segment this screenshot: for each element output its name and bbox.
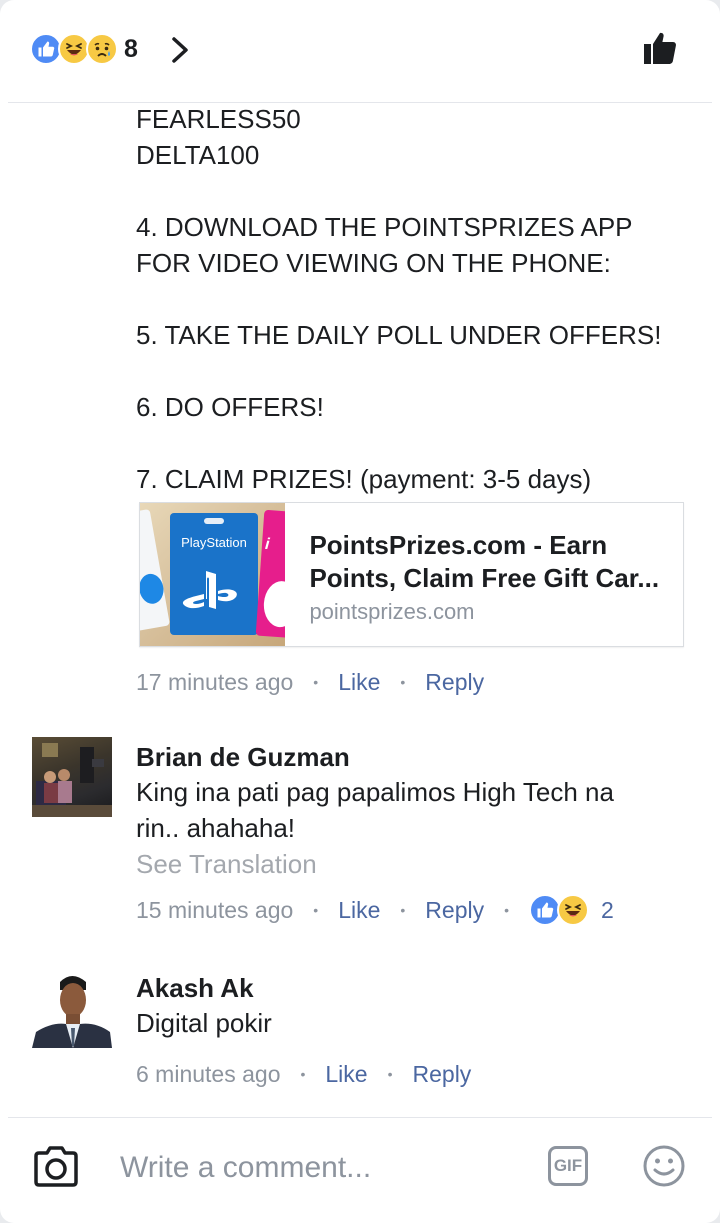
link-preview-card[interactable]: PlayStation i PointsPrizes.com - Earn Po… [139,502,684,647]
separator-dot: • [313,674,319,690]
post-line: FOR VIDEO VIEWING ON THE PHONE: [136,248,611,278]
avatar[interactable] [32,737,112,817]
link-thumbnail: PlayStation i [140,503,286,646]
emoji-icon[interactable] [642,1144,686,1188]
like-button[interactable]: Like [338,669,380,696]
like-thumb-icon[interactable] [640,28,680,68]
commenter-name[interactable]: Akash Ak [136,973,254,1004]
comment-text: King ina pati pag papalimos High Tech na [136,777,614,807]
separator-dot: • [504,902,510,918]
separator-dot: • [400,902,406,918]
see-translation-link[interactable]: See Translation [136,849,317,880]
comments-sheet: 8 FEARLESS50 DELTA100 4. DOWNLOAD THE PO… [0,0,720,1223]
separator-dot: • [400,674,406,690]
reactions-header: 8 [0,0,720,102]
like-button[interactable]: Like [325,1061,367,1088]
commenter-name[interactable]: Brian de Guzman [136,742,350,773]
comment-meta: 15 minutes ago • Like • Reply • 2 [136,894,614,926]
timestamp: 6 minutes ago [136,1060,281,1087]
reply-button[interactable]: Reply [425,897,484,924]
comment-text: Digital pokir [136,1008,272,1038]
comment-input[interactable] [120,1146,520,1190]
link-text: PointsPrizes.com - Earn Points, Claim Fr… [285,503,683,646]
gift-card-left [140,508,170,632]
haha-reaction-icon [557,894,590,926]
post-line: FEARLESS50 [136,104,301,134]
link-domain: pointsprizes.com [309,599,475,624]
comment-reactions[interactable]: 2 [529,894,614,926]
post-line: 5. TAKE THE DAILY POLL UNDER OFFERS! [136,320,662,350]
post-line: DELTA100 [136,140,260,170]
separator-dot: • [313,902,319,918]
composer-divider [8,1117,712,1118]
post-line: 4. DOWNLOAD THE POINTSPRIZES APP [136,212,633,242]
like-button[interactable]: Like [338,897,380,924]
post-line [136,425,696,461]
playstation-card: PlayStation [170,513,258,635]
reply-button[interactable]: Reply [425,669,484,696]
comment-body: FEARLESS50 DELTA100 4. DOWNLOAD THE POIN… [136,101,696,497]
separator-dot: • [300,1066,306,1082]
avatar-photo [32,743,112,817]
post-line: 7. CLAIM PRIZES! (payment: 3-5 days) [136,464,592,494]
reaction-count: 8 [124,34,138,63]
playstation-label: PlayStation [181,535,247,550]
camera-icon[interactable] [32,1144,80,1188]
avatar-photo [32,968,112,1048]
post-line [136,353,696,389]
link-title-line2: Points, Claim Free Gift Car... [309,563,660,593]
comment-meta: 17 minutes ago • Like • Reply [136,667,484,697]
post-line [136,281,696,317]
reply-button[interactable]: Reply [413,1061,472,1088]
avatar[interactable] [32,968,112,1048]
post-line: 6. DO OFFERS! [136,392,324,422]
separator-dot: • [387,1066,393,1082]
timestamp: 15 minutes ago [136,896,294,923]
comment-meta: 6 minutes ago • Like • Reply [136,1059,471,1089]
reactions-summary[interactable]: 8 [30,33,138,65]
chevron-right-icon[interactable] [166,36,194,64]
link-title-line1: PointsPrizes.com - Earn [309,530,608,560]
reaction-count: 2 [601,896,614,923]
gift-card-right: i [255,509,286,639]
sad-reaction-icon [86,33,118,65]
gif-button[interactable]: GIF [548,1146,588,1186]
playstation-logo-icon [182,571,237,609]
post-line [136,173,696,209]
timestamp: 17 minutes ago [136,668,294,695]
comment-text: rin.. ahahaha! [136,813,296,843]
